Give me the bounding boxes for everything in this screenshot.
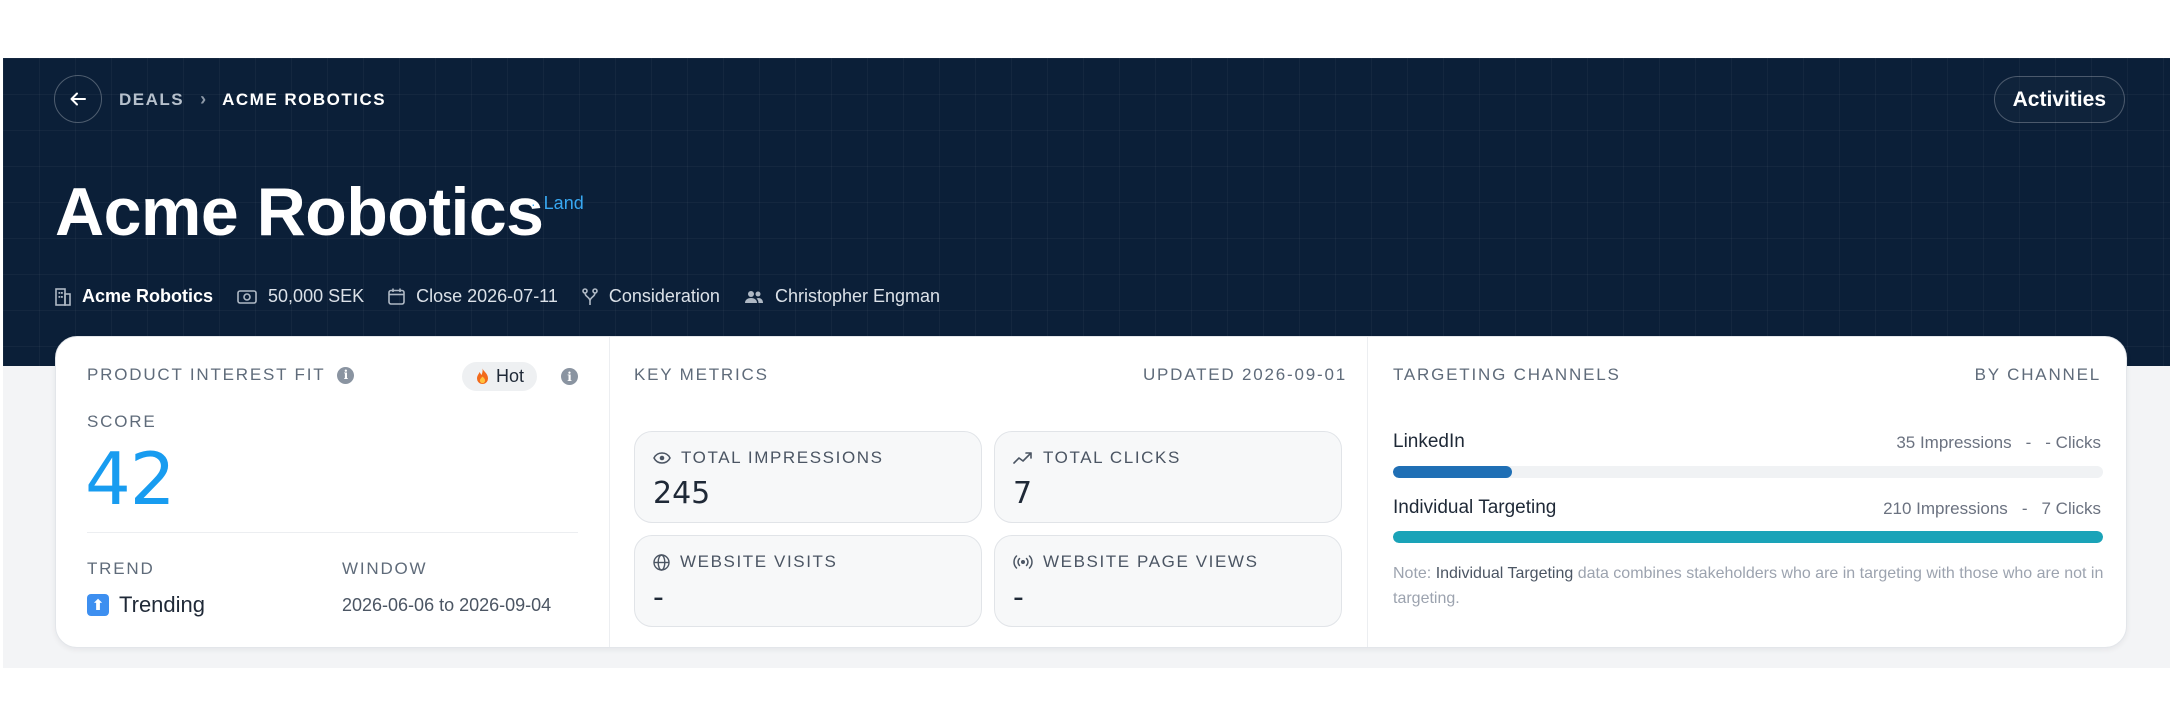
window-label: WINDOW xyxy=(342,559,428,578)
branch-icon xyxy=(582,287,598,305)
metric-label: WEBSITE VISITS xyxy=(680,552,838,571)
metric-value: - xyxy=(653,580,664,615)
building-icon xyxy=(55,287,71,306)
metric-value: - xyxy=(1013,580,1024,615)
deal-amount: 50,000 SEK xyxy=(268,286,365,306)
tag-dot: · xyxy=(531,195,536,212)
window-value: 2026-06-06 to 2026-09-04 xyxy=(342,595,552,615)
key-metrics-title: KEY METRICS xyxy=(634,365,769,384)
deal-page: DEALS › ACME ROBOTICS Activities Acme Ro… xyxy=(3,58,2170,668)
eye-icon xyxy=(653,452,671,464)
channel-bar xyxy=(1393,531,2103,543)
money-icon xyxy=(237,289,257,304)
channel-bar xyxy=(1393,466,2103,478)
meta-close: Close 2026-07-11 xyxy=(388,286,558,307)
column-divider xyxy=(609,337,610,647)
metric-header: WEBSITE PAGE VIEWS xyxy=(1013,552,1259,572)
info-icon[interactable]: i xyxy=(337,366,355,384)
back-button[interactable] xyxy=(54,75,102,123)
page-title: Acme Robotics xyxy=(55,174,544,250)
breadcrumb: DEALS › ACME ROBOTICS xyxy=(119,89,386,110)
metric-value: 7 xyxy=(1013,476,1033,511)
activities-button[interactable]: Activities xyxy=(1993,76,2125,123)
deal-meta: Acme Robotics 50,000 SEK Close 2026-07-1… xyxy=(55,286,940,307)
metric-website-visits: WEBSITE VISITS - xyxy=(634,535,982,627)
close-date: Close 2026-07-11 xyxy=(416,286,558,306)
breadcrumb-deals[interactable]: DEALS xyxy=(119,90,184,110)
channel-impressions: 35 Impressions xyxy=(1896,433,2012,452)
column-divider xyxy=(1367,337,1368,647)
score-value: 42 xyxy=(85,437,176,521)
metric-header: WEBSITE VISITS xyxy=(653,552,837,572)
channel-name: LinkedIn xyxy=(1393,431,1465,452)
trend-label: TREND xyxy=(87,559,155,578)
channel-bar-fill xyxy=(1393,466,1512,478)
product-interest-header: PRODUCT INTEREST FIT i xyxy=(87,365,355,385)
targeting-channels-title: TARGETING CHANNELS xyxy=(1393,365,1621,384)
deal-summary-card: PRODUCT INTEREST FIT i Hot i SCORE 42 TR… xyxy=(55,336,2127,648)
channel-stats: 210 Impressions - 7 Clicks xyxy=(1883,499,2101,519)
hot-label: Hot xyxy=(496,366,525,386)
metric-header: TOTAL CLICKS xyxy=(1013,448,1181,468)
trend-text: Trending xyxy=(119,592,206,617)
users-icon xyxy=(744,290,763,303)
calendar-icon xyxy=(388,288,405,305)
targeting-note: Note: Individual Targeting data combines… xyxy=(1393,561,2113,611)
trend-line-icon xyxy=(1013,451,1032,464)
channel-impressions: 210 Impressions xyxy=(1883,499,2008,518)
up-arrow-icon: ⬆ xyxy=(87,594,109,616)
deal-stage: Consideration xyxy=(608,286,720,306)
deal-type-tag: · Land xyxy=(531,193,584,214)
channel-bar-fill xyxy=(1393,531,2103,543)
metric-label: WEBSITE PAGE VIEWS xyxy=(1043,552,1259,571)
targeting-by-channel: BY CHANNEL xyxy=(1974,365,2101,384)
breadcrumb-separator: › xyxy=(200,89,207,109)
company-name[interactable]: Acme Robotics xyxy=(82,286,213,307)
metric-total-impressions: TOTAL IMPRESSIONS 245 xyxy=(634,431,982,523)
channel-stats: 35 Impressions - - Clicks xyxy=(1896,433,2101,453)
broadcast-icon xyxy=(1013,555,1033,569)
metric-total-clicks: TOTAL CLICKS 7 xyxy=(994,431,1342,523)
metric-website-page-views: WEBSITE PAGE VIEWS - xyxy=(994,535,1342,627)
meta-stage: Consideration xyxy=(582,286,720,307)
metric-label: TOTAL CLICKS xyxy=(1043,448,1181,467)
meta-owner: Christopher Engman xyxy=(744,286,940,307)
flame-icon xyxy=(477,368,488,384)
hot-badge: Hot xyxy=(462,362,538,391)
key-metrics-updated: UPDATED 2026-09-01 xyxy=(1142,365,1347,384)
channel-name: Individual Targeting xyxy=(1393,497,1557,518)
meta-amount: 50,000 SEK xyxy=(237,286,364,307)
channel-clicks: - Clicks xyxy=(2045,433,2101,452)
metric-label: TOTAL IMPRESSIONS xyxy=(681,448,884,467)
divider xyxy=(87,532,578,533)
tag-label: Land xyxy=(543,193,584,213)
metric-header: TOTAL IMPRESSIONS xyxy=(653,448,884,468)
globe-icon xyxy=(653,553,670,571)
score-label: SCORE xyxy=(87,412,157,431)
meta-company: Acme Robotics xyxy=(55,286,213,307)
breadcrumb-current: ACME ROBOTICS xyxy=(222,89,387,109)
info-icon[interactable]: i xyxy=(561,368,578,385)
channel-clicks: 7 Clicks xyxy=(2041,499,2101,518)
deal-owner[interactable]: Christopher Engman xyxy=(775,286,940,307)
metric-value: 245 xyxy=(653,476,711,511)
product-interest-title: PRODUCT INTEREST FIT xyxy=(87,365,326,384)
deal-header: DEALS › ACME ROBOTICS Activities Acme Ro… xyxy=(3,58,2170,366)
channel-separator: - xyxy=(2025,433,2032,452)
trend-value: ⬆ Trending xyxy=(87,592,205,618)
arrow-left-icon xyxy=(70,92,86,106)
note-strong: Individual Targeting xyxy=(1435,565,1574,582)
channel-separator: - xyxy=(2021,499,2028,518)
note-prefix: Note: xyxy=(1393,565,1436,582)
